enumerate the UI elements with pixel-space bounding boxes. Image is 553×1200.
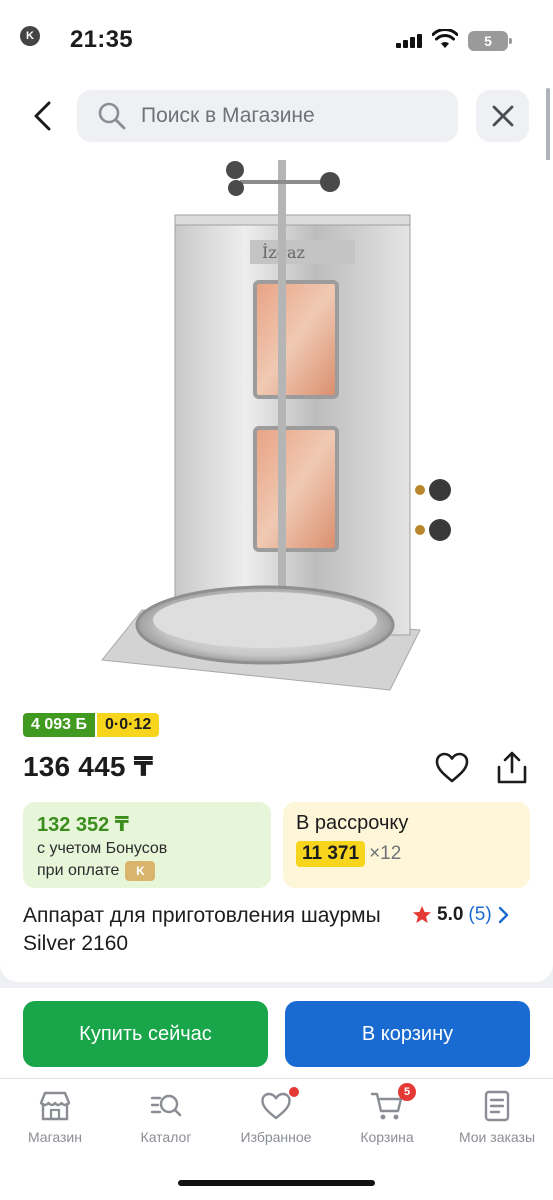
heart-icon xyxy=(261,1092,291,1120)
share-icon[interactable] xyxy=(494,750,530,786)
bonus-note-1: с учетом Бонусов xyxy=(37,840,168,857)
installment-badge: 0·0·12 xyxy=(96,713,160,737)
product-price: 136 445 ₸ xyxy=(23,751,154,782)
bonus-note-2-row: при оплате K xyxy=(37,861,257,881)
heart-icon-wrap xyxy=(259,1087,299,1123)
tab-orders[interactable]: Мои заказы xyxy=(442,1089,552,1153)
back-button[interactable] xyxy=(22,96,62,136)
bonus-note-2: при оплате xyxy=(37,862,120,879)
rating-link[interactable]: 5.0 (5) xyxy=(412,904,509,926)
status-bar: K 21:35 5 xyxy=(0,0,553,72)
bonus-price-box[interactable]: 132 352 ₸ с учетом Бонусов при оплате K xyxy=(23,802,271,888)
store-icon xyxy=(39,1091,71,1121)
tab-label: Каталог xyxy=(140,1129,192,1145)
status-time: 21:35 xyxy=(70,26,133,53)
kaspi-icon: K xyxy=(20,26,40,46)
search-placeholder: Поиск в Магазине xyxy=(141,104,315,127)
rating-value: 5.0 xyxy=(437,904,464,925)
installment-row: 11 371 ×12 xyxy=(296,841,517,867)
product-image[interactable]: İzgaz xyxy=(90,160,470,700)
product-card: İzgaz 4 093 Б 0·0·12 136 445 ₸ 132 352 ₸… xyxy=(0,160,553,982)
close-button[interactable] xyxy=(476,90,529,142)
tab-catalog[interactable]: Каталог xyxy=(111,1089,221,1153)
favorite-heart-icon[interactable] xyxy=(434,750,470,786)
bonus-price: 132 352 ₸ xyxy=(37,814,129,836)
promo-badges: 4 093 Б 0·0·12 xyxy=(23,713,160,737)
tab-cart[interactable]: 5 Корзина xyxy=(332,1083,442,1153)
tab-label: Мои заказы xyxy=(458,1129,536,1145)
wifi-icon xyxy=(432,29,458,48)
star-icon xyxy=(413,906,431,923)
tab-label: Корзина xyxy=(360,1129,414,1145)
tab-store[interactable]: Магазин xyxy=(0,1089,110,1153)
tab-favorites[interactable]: Избранное xyxy=(221,1087,331,1153)
search-header: Поиск в Магазине xyxy=(0,72,553,160)
installment-amount: 11 371 xyxy=(296,841,366,867)
product-title: Аппарат для приготовления шаурмы Silver … xyxy=(23,904,381,955)
close-icon xyxy=(492,105,513,127)
chevron-right-icon xyxy=(498,906,508,924)
tab-label: Магазин xyxy=(27,1129,82,1145)
kaspi-bonus-icon: K xyxy=(125,861,156,881)
search-input[interactable]: Поиск в Магазине xyxy=(77,90,458,142)
purchase-actions: Купить сейчас В корзину xyxy=(0,988,553,1078)
tab-label: Избранное xyxy=(240,1129,312,1145)
battery-indicator: 5 xyxy=(468,31,512,51)
installment-multiplier: ×12 xyxy=(369,843,402,864)
installment-box[interactable]: В рассрочку 11 371 ×12 xyxy=(283,802,530,888)
cart-count-badge: 5 xyxy=(398,1083,416,1101)
add-to-cart-button[interactable]: В корзину xyxy=(285,1001,530,1067)
buy-now-button[interactable]: Купить сейчас xyxy=(23,1001,268,1067)
home-indicator xyxy=(178,1180,375,1186)
chevron-left-icon xyxy=(34,101,51,131)
search-icon xyxy=(98,102,126,130)
orders-icon xyxy=(484,1090,510,1122)
catalog-search-icon xyxy=(150,1094,182,1117)
cart-icon-wrap: 5 xyxy=(370,1083,416,1123)
installment-title: В рассрочку xyxy=(296,812,409,834)
cellular-signal-icon xyxy=(396,34,422,48)
notification-dot xyxy=(289,1087,299,1097)
review-count: (5) xyxy=(468,904,492,925)
back-to-app[interactable]: K xyxy=(20,26,40,46)
bonus-badge: 4 093 Б xyxy=(23,713,95,737)
